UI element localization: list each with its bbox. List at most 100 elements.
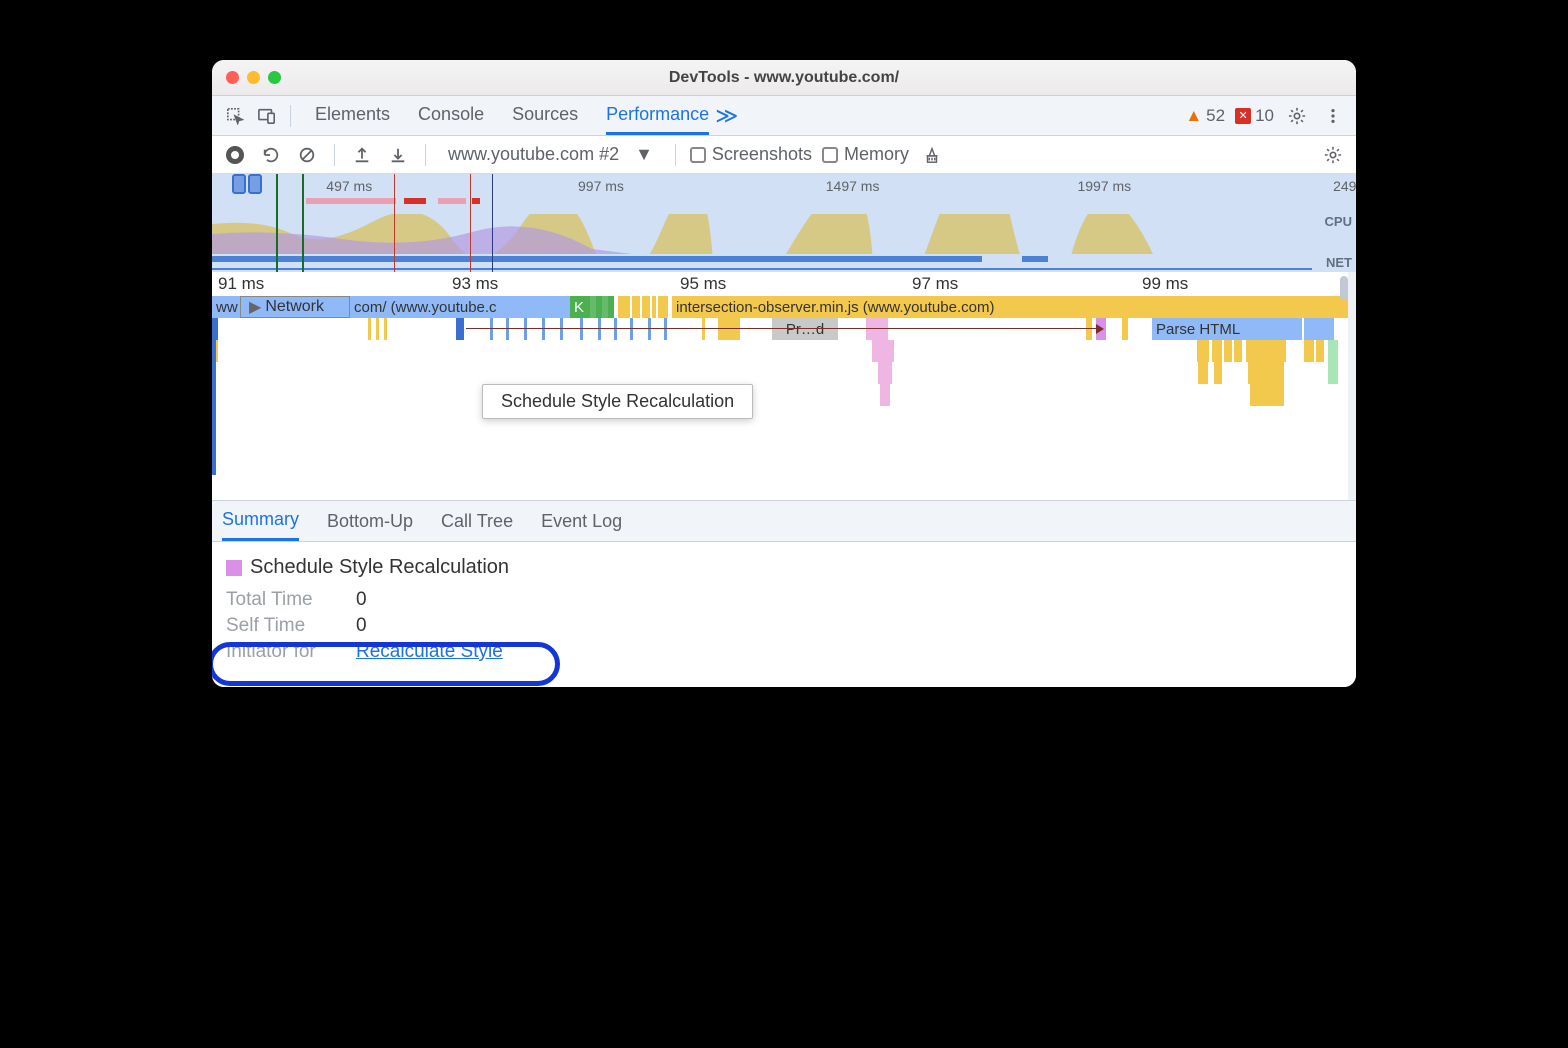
task-segment[interactable]	[384, 318, 387, 340]
task-segment[interactable]	[542, 318, 545, 340]
task-segment[interactable]	[598, 318, 601, 340]
task-segment[interactable]	[1197, 340, 1209, 362]
screenshots-label: Screenshots	[712, 144, 812, 165]
screenshots-checkbox[interactable]: Screenshots	[690, 144, 812, 165]
task-segment[interactable]	[608, 296, 614, 318]
task-segment[interactable]	[560, 318, 563, 340]
task-segment[interactable]	[880, 384, 890, 406]
task-segment[interactable]	[490, 318, 493, 340]
task-segment[interactable]	[1250, 384, 1284, 406]
timeline-overview[interactable]: 497 ms 997 ms 1497 ms 1997 ms 249 CPU NE…	[212, 174, 1356, 272]
task-segment[interactable]	[658, 296, 668, 318]
flame-chart[interactable]: 91 ms 93 ms 95 ms 97 ms 99 ms ww ▶ Netwo…	[212, 272, 1356, 500]
task-segment[interactable]	[702, 318, 705, 340]
event-color-swatch	[226, 560, 242, 576]
tab-summary[interactable]: Summary	[222, 501, 299, 541]
task-segment[interactable]	[1212, 340, 1222, 362]
record-button[interactable]	[222, 142, 248, 168]
task-segment[interactable]	[614, 318, 617, 340]
selection-handle-left[interactable]	[232, 174, 246, 194]
task-segment[interactable]	[524, 318, 527, 340]
tab-performance[interactable]: Performance	[606, 96, 709, 135]
task-segment[interactable]: K	[570, 296, 584, 318]
initiator-link[interactable]: Recalculate Style	[356, 641, 503, 663]
task-segment[interactable]	[642, 296, 650, 318]
memory-checkbox[interactable]: Memory	[822, 144, 909, 165]
more-tabs-button[interactable]: ≫	[715, 103, 738, 129]
task-segment[interactable]	[506, 318, 509, 340]
initiator-arrow	[466, 328, 1102, 329]
task-segment[interactable]	[1328, 340, 1338, 362]
task-segment[interactable]: Parse HTML	[1152, 318, 1302, 340]
task-segment[interactable]	[1214, 362, 1222, 384]
task-segment[interactable]	[1198, 362, 1208, 384]
task-segment[interactable]	[632, 296, 640, 318]
errors-count[interactable]: ✕ 10	[1235, 106, 1274, 126]
task-segment[interactable]	[630, 318, 633, 340]
task-segment[interactable]	[1304, 318, 1334, 340]
task-segment[interactable]	[1224, 340, 1232, 362]
reload-button[interactable]	[258, 142, 284, 168]
inspect-element-icon[interactable]	[222, 103, 248, 129]
task-segment[interactable]	[376, 318, 379, 340]
net-line	[212, 268, 1312, 270]
task-segment[interactable]	[1328, 362, 1338, 384]
task-segment[interactable]	[652, 296, 656, 318]
task-segment[interactable]	[618, 296, 626, 318]
capture-settings-icon[interactable]	[1320, 142, 1346, 168]
tab-event-log[interactable]: Event Log	[541, 503, 622, 540]
separator	[425, 144, 426, 166]
tab-console[interactable]: Console	[418, 96, 484, 135]
tab-call-tree[interactable]: Call Tree	[441, 503, 513, 540]
tab-bottom-up[interactable]: Bottom-Up	[327, 503, 413, 540]
task-segment[interactable]	[1122, 318, 1128, 340]
task-segment[interactable]	[872, 340, 894, 362]
tab-elements[interactable]: Elements	[315, 96, 390, 135]
task-segment[interactable]	[718, 318, 740, 340]
kebab-menu-icon[interactable]	[1320, 103, 1346, 129]
task-row	[212, 362, 1348, 384]
task-segment[interactable]	[648, 318, 651, 340]
tooltip: Schedule Style Recalculation	[482, 384, 753, 419]
task-segment[interactable]	[212, 318, 218, 340]
task-segment[interactable]	[1316, 340, 1324, 362]
task-segment[interactable]	[1234, 340, 1242, 362]
task-segment[interactable]	[878, 362, 892, 384]
download-icon[interactable]	[385, 142, 411, 168]
error-icon: ✕	[1235, 108, 1251, 124]
device-toolbar-icon[interactable]	[254, 103, 280, 129]
task-segment[interactable]	[1246, 340, 1286, 362]
task-segment[interactable]	[212, 340, 216, 475]
task-segment[interactable]	[368, 318, 371, 340]
task-segment[interactable]	[664, 318, 667, 340]
self-time-value: 0	[356, 615, 367, 637]
task-segment[interactable]	[1248, 362, 1284, 384]
close-window-button[interactable]	[226, 71, 239, 84]
tab-sources[interactable]: Sources	[512, 96, 578, 135]
task-segment[interactable]: Pr…d	[772, 318, 838, 340]
recording-selector[interactable]: www.youtube.com #2 ▼	[440, 144, 661, 165]
selection-handle-right[interactable]	[248, 174, 262, 194]
garbage-collect-icon[interactable]	[919, 142, 945, 168]
task-marker	[306, 198, 396, 204]
task-segment[interactable]	[626, 296, 630, 318]
upload-icon[interactable]	[349, 142, 375, 168]
task-segment[interactable]: ww	[212, 296, 240, 318]
maximize-window-button[interactable]	[268, 71, 281, 84]
tooltip-text: Schedule Style Recalculation	[501, 391, 734, 411]
minimize-window-button[interactable]	[247, 71, 260, 84]
task-segment[interactable]	[456, 318, 464, 340]
task-segment[interactable]	[1304, 340, 1314, 362]
task-segment[interactable]: com/ (www.youtube.c	[350, 296, 570, 318]
task-segment[interactable]: intersection-observer.min.js (www.youtub…	[672, 296, 1348, 318]
scrollbar-thumb[interactable]	[1340, 276, 1348, 300]
network-track-label[interactable]: ▶ Network	[240, 296, 350, 318]
settings-icon[interactable]	[1284, 103, 1310, 129]
task-segment[interactable]	[866, 318, 888, 340]
task-segment[interactable]	[1086, 318, 1092, 340]
clear-button[interactable]	[294, 142, 320, 168]
main-toolbar: Elements Console Sources Performance ≫ ▲…	[212, 96, 1356, 136]
task-segment[interactable]	[580, 318, 583, 340]
event-name: Schedule Style Recalculation	[250, 556, 509, 579]
warnings-count[interactable]: ▲ 52	[1185, 106, 1225, 126]
